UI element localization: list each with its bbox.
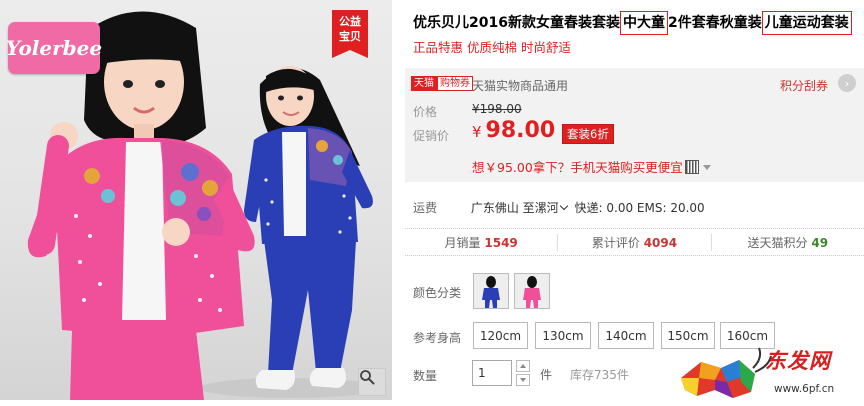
ship-to-select[interactable]: 至漯河 bbox=[523, 201, 571, 215]
magnifier-icon bbox=[360, 370, 375, 385]
zoom-button[interactable] bbox=[358, 368, 386, 396]
points-voucher-link[interactable]: 积分刮券 bbox=[780, 77, 828, 94]
charity-tag-line-1: 公益 bbox=[339, 15, 361, 28]
ship-to-text: 至漯河 bbox=[522, 201, 559, 215]
color-swatch-pink[interactable] bbox=[514, 273, 550, 309]
stat-label: 月销量 bbox=[444, 235, 481, 250]
watermark-url: www.6pf.cn bbox=[774, 383, 835, 395]
product-title: 优乐贝儿2016新款女童春装套装 中大童 2件套春秋童装 儿童运动套装 bbox=[413, 11, 852, 35]
title-highlight-1: 中大童 bbox=[619, 11, 668, 35]
tmall-badge: 天猫 bbox=[411, 76, 437, 91]
chevron-right-icon[interactable]: › bbox=[838, 74, 856, 92]
size-label: 参考身高 bbox=[413, 331, 462, 345]
size-option-140[interactable]: 140cm bbox=[598, 322, 654, 349]
brand-logo-text: Yolerbee bbox=[5, 36, 103, 60]
swatch-thumbnail bbox=[515, 274, 549, 308]
title-part-2: 2件套春秋童装 bbox=[667, 15, 762, 31]
product-subtitle: 正品特惠 优质纯棉 时尚舒适 bbox=[413, 40, 571, 55]
stat-value: 4094 bbox=[643, 235, 678, 250]
discount-tag: 套装6折 bbox=[562, 124, 614, 144]
promo-price-value: 98.00 bbox=[485, 118, 556, 143]
title-part-1: 优乐贝儿2016新款女童春装套装 bbox=[413, 15, 620, 31]
shipping-fees: 快递: 0.00 EMS: 20.00 bbox=[574, 201, 705, 215]
arrow-down-icon bbox=[520, 378, 526, 382]
price-panel: 天猫 购物券 天猫实物商品通用 积分刮券 › 价格 ¥198.00 促销价 ¥9… bbox=[405, 68, 864, 182]
promo-price-label: 促销价 bbox=[413, 129, 450, 143]
tmall-voucher-badge: 天猫 购物券 bbox=[411, 76, 473, 91]
charity-tag: 公益 宝贝 bbox=[332, 10, 368, 58]
shipping-row: 运费 广东佛山 至漯河 快递: 0.00 EMS: 20.00 bbox=[413, 199, 705, 216]
app-offer-text: 想￥95.00拿下？手机天猫购买更便宜 bbox=[472, 160, 683, 175]
color-swatch-blue[interactable] bbox=[473, 273, 509, 309]
promo-price: ¥98.00 bbox=[472, 118, 555, 143]
original-price: ¥198.00 bbox=[472, 102, 522, 116]
swatch-thumbnail bbox=[474, 274, 508, 308]
quantity-decrease-button[interactable] bbox=[516, 374, 530, 386]
caret-down-icon bbox=[702, 165, 711, 170]
stock-count: 库存735件 bbox=[570, 368, 629, 382]
stat-value: 1549 bbox=[484, 235, 518, 250]
brand-logo: Yolerbee bbox=[5, 22, 103, 74]
ship-from: 广东佛山 bbox=[470, 201, 519, 215]
quantity-unit: 件 bbox=[540, 368, 553, 382]
stat-points: 送天猫积分 49 bbox=[712, 234, 864, 251]
size-option-130[interactable]: 130cm bbox=[535, 322, 591, 349]
currency-symbol: ¥ bbox=[472, 123, 482, 141]
sales-stats: 月销量 1549 累计评价 4094 送天猫积分 49 bbox=[405, 228, 864, 256]
stat-label: 累计评价 bbox=[591, 235, 640, 250]
quantity-increase-button[interactable] bbox=[516, 360, 530, 372]
qr-code-icon bbox=[684, 160, 699, 174]
charity-tag-line-2: 宝贝 bbox=[339, 30, 361, 43]
shipping-label: 运费 bbox=[413, 201, 438, 215]
app-offer[interactable]: 想￥95.00拿下？手机天猫购买更便宜 bbox=[472, 157, 711, 176]
watermark-text: 东发网 bbox=[765, 348, 831, 373]
stat-reviews[interactable]: 累计评价 4094 bbox=[558, 233, 712, 251]
quantity-label: 数量 bbox=[413, 369, 438, 383]
color-label: 颜色分类 bbox=[413, 286, 462, 300]
stat-label: 送天猫积分 bbox=[747, 235, 808, 250]
voucher-text: 天猫实物商品通用 bbox=[472, 79, 569, 93]
chevron-down-icon bbox=[559, 201, 568, 211]
title-highlight-2: 儿童运动套装 bbox=[761, 11, 852, 35]
price-label: 价格 bbox=[413, 105, 438, 119]
stat-monthly-sales: 月销量 1549 bbox=[405, 233, 559, 251]
product-image[interactable]: Yolerbee 公益 宝贝 bbox=[0, 0, 392, 400]
voucher-badge: 购物券 bbox=[437, 76, 473, 91]
arrow-up-icon bbox=[520, 364, 526, 368]
stat-value: 49 bbox=[811, 235, 829, 250]
quantity-input[interactable] bbox=[472, 360, 512, 386]
size-option-120[interactable]: 120cm bbox=[473, 322, 528, 349]
